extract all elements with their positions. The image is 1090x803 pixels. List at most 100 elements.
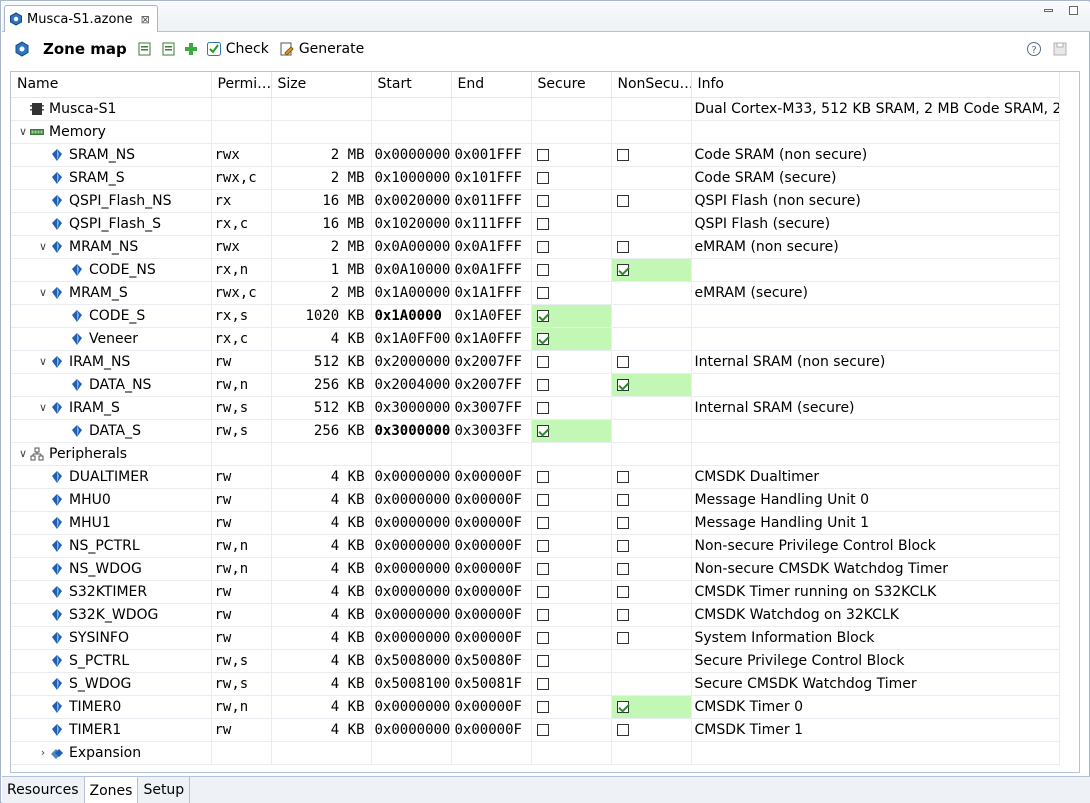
secure-checkbox[interactable]: [536, 194, 549, 207]
info-cell[interactable]: Code SRAM (secure): [691, 166, 1060, 190]
start-cell[interactable]: 0x2004000: [371, 373, 452, 397]
info-cell[interactable]: Message Handling Unit 0: [691, 488, 1060, 512]
permission-cell[interactable]: rwx: [211, 235, 272, 259]
permission-cell[interactable]: rw,n: [211, 557, 272, 581]
secure-checkbox[interactable]: [536, 355, 549, 368]
start-cell[interactable]: 0x1A00000: [371, 281, 452, 305]
secure-cell[interactable]: [531, 350, 612, 374]
permission-cell[interactable]: rw,s: [211, 419, 272, 443]
info-cell[interactable]: CMSDK Timer running on S32KCLK: [691, 580, 1060, 604]
end-cell[interactable]: 0x50081F: [451, 672, 532, 696]
table-row[interactable]: Musca-S1 Dual Cortex-M33, 512 KB SRAM, 2 …: [11, 97, 1060, 121]
info-cell[interactable]: CMSDK Watchdog on 32KCLK: [691, 603, 1060, 627]
start-cell[interactable]: 0x5008100: [371, 672, 452, 696]
secure-cell[interactable]: [531, 120, 612, 144]
info-cell[interactable]: Dual Cortex-M33, 512 KB SRAM, 2 MB Code …: [691, 97, 1060, 121]
info-cell[interactable]: [691, 373, 1060, 397]
secure-cell[interactable]: [531, 304, 612, 328]
size-cell[interactable]: 16 MB: [271, 189, 372, 213]
generate-button[interactable]: Generate: [279, 41, 364, 57]
permission-cell[interactable]: rw: [211, 465, 272, 489]
permission-cell[interactable]: rw: [211, 350, 272, 374]
info-cell[interactable]: Internal SRAM (non secure): [691, 350, 1060, 374]
nonsecure-cell[interactable]: [611, 465, 692, 489]
info-cell[interactable]: eMRAM (non secure): [691, 235, 1060, 259]
table-row[interactable]: Veneer rx,c 4 KB 0x1A0FF00 0x1A0FFF: [11, 327, 1060, 351]
end-cell[interactable]: 0x00000F: [451, 557, 532, 581]
size-cell[interactable]: 2 MB: [271, 281, 372, 305]
size-cell[interactable]: 4 KB: [271, 488, 372, 512]
end-cell[interactable]: 0x00000F: [451, 580, 532, 604]
nonsecure-checkbox[interactable]: [616, 148, 629, 161]
nonsecure-cell[interactable]: [611, 718, 692, 742]
collapse-chevron-icon[interactable]: ∨: [36, 401, 50, 414]
end-cell[interactable]: [451, 97, 532, 121]
size-cell[interactable]: 4 KB: [271, 626, 372, 650]
info-cell[interactable]: Message Handling Unit 1: [691, 511, 1060, 535]
nonsecure-cell[interactable]: [611, 741, 692, 765]
start-cell[interactable]: 0x0000000: [371, 534, 452, 558]
info-cell[interactable]: QSPI Flash (secure): [691, 212, 1060, 236]
nonsecure-checkbox[interactable]: [616, 355, 629, 368]
size-cell[interactable]: 4 KB: [271, 327, 372, 351]
size-cell[interactable]: 256 KB: [271, 373, 372, 397]
start-cell[interactable]: 0x3000000: [371, 419, 452, 443]
permission-cell[interactable]: rw,n: [211, 695, 272, 719]
nonsecure-cell[interactable]: [611, 143, 692, 167]
start-cell[interactable]: 0x0020000: [371, 189, 452, 213]
info-cell[interactable]: [691, 741, 1060, 765]
secure-cell[interactable]: [531, 557, 612, 581]
info-cell[interactable]: CMSDK Timer 1: [691, 718, 1060, 742]
permission-cell[interactable]: rx: [211, 189, 272, 213]
table-row[interactable]: S32KTIMER rw 4 KB 0x0000000 0x00000F CMSDK Ti…: [11, 580, 1060, 604]
start-cell[interactable]: 0x1000000: [371, 166, 452, 190]
permission-cell[interactable]: rx,s: [211, 304, 272, 328]
end-cell[interactable]: 0x101FFF: [451, 166, 532, 190]
permission-cell[interactable]: rx,c: [211, 212, 272, 236]
secure-checkbox[interactable]: [536, 309, 549, 322]
permission-cell[interactable]: rx,n: [211, 258, 272, 282]
end-cell[interactable]: 0x3003FF: [451, 419, 532, 443]
start-cell[interactable]: 0x1A0000: [371, 304, 452, 328]
size-cell[interactable]: [271, 97, 372, 121]
end-cell[interactable]: 0x011FFF: [451, 189, 532, 213]
secure-cell[interactable]: [531, 143, 612, 167]
maximize-button[interactable]: [1069, 6, 1078, 15]
nonsecure-cell[interactable]: [611, 304, 692, 328]
start-cell[interactable]: 0x0000000: [371, 718, 452, 742]
table-row[interactable]: CODE_NS rx,n 1 MB 0x0A10000 0x0A1FFF: [11, 258, 1060, 282]
table-row[interactable]: SRAM_S rwx,c 2 MB 0x1000000 0x101FFF Code SRA…: [11, 166, 1060, 190]
size-cell[interactable]: 4 KB: [271, 534, 372, 558]
info-cell[interactable]: System Information Block: [691, 626, 1060, 650]
end-cell[interactable]: 0x1A0FEF: [451, 304, 532, 328]
permission-cell[interactable]: rw: [211, 580, 272, 604]
start-cell[interactable]: 0x1020000: [371, 212, 452, 236]
table-row[interactable]: CODE_S rx,s 1020 KB 0x1A0000 0x1A0FEF: [11, 304, 1060, 328]
info-cell[interactable]: Non-secure CMSDK Watchdog Timer: [691, 557, 1060, 581]
size-cell[interactable]: 512 KB: [271, 350, 372, 374]
info-cell[interactable]: Code SRAM (non secure): [691, 143, 1060, 167]
secure-checkbox[interactable]: [536, 401, 549, 414]
table-row[interactable]: S_WDOG rw,s 4 KB 0x5008100 0x50081F Secure CM…: [11, 672, 1060, 696]
secure-checkbox[interactable]: [536, 516, 549, 529]
nonsecure-checkbox[interactable]: [616, 263, 629, 276]
permission-cell[interactable]: [211, 120, 272, 144]
nonsecure-checkbox[interactable]: [616, 378, 629, 391]
start-cell[interactable]: [371, 120, 452, 144]
secure-checkbox[interactable]: [536, 171, 549, 184]
nonsecure-checkbox[interactable]: [616, 539, 629, 552]
nonsecure-cell[interactable]: [611, 511, 692, 535]
nonsecure-cell[interactable]: [611, 603, 692, 627]
secure-cell[interactable]: [531, 258, 612, 282]
column-header[interactable]: Name: [11, 72, 212, 98]
column-header[interactable]: Start: [371, 72, 452, 98]
start-cell[interactable]: 0x0000000: [371, 557, 452, 581]
nonsecure-cell[interactable]: [611, 189, 692, 213]
start-cell[interactable]: 0x0000000: [371, 580, 452, 604]
secure-cell[interactable]: [531, 511, 612, 535]
end-cell[interactable]: 0x1A1FFF: [451, 281, 532, 305]
nonsecure-cell[interactable]: [611, 97, 692, 121]
nonsecure-cell[interactable]: [611, 419, 692, 443]
editor-tab[interactable]: Musca-S1.azone ⊠: [4, 5, 158, 32]
nonsecure-cell[interactable]: [611, 166, 692, 190]
